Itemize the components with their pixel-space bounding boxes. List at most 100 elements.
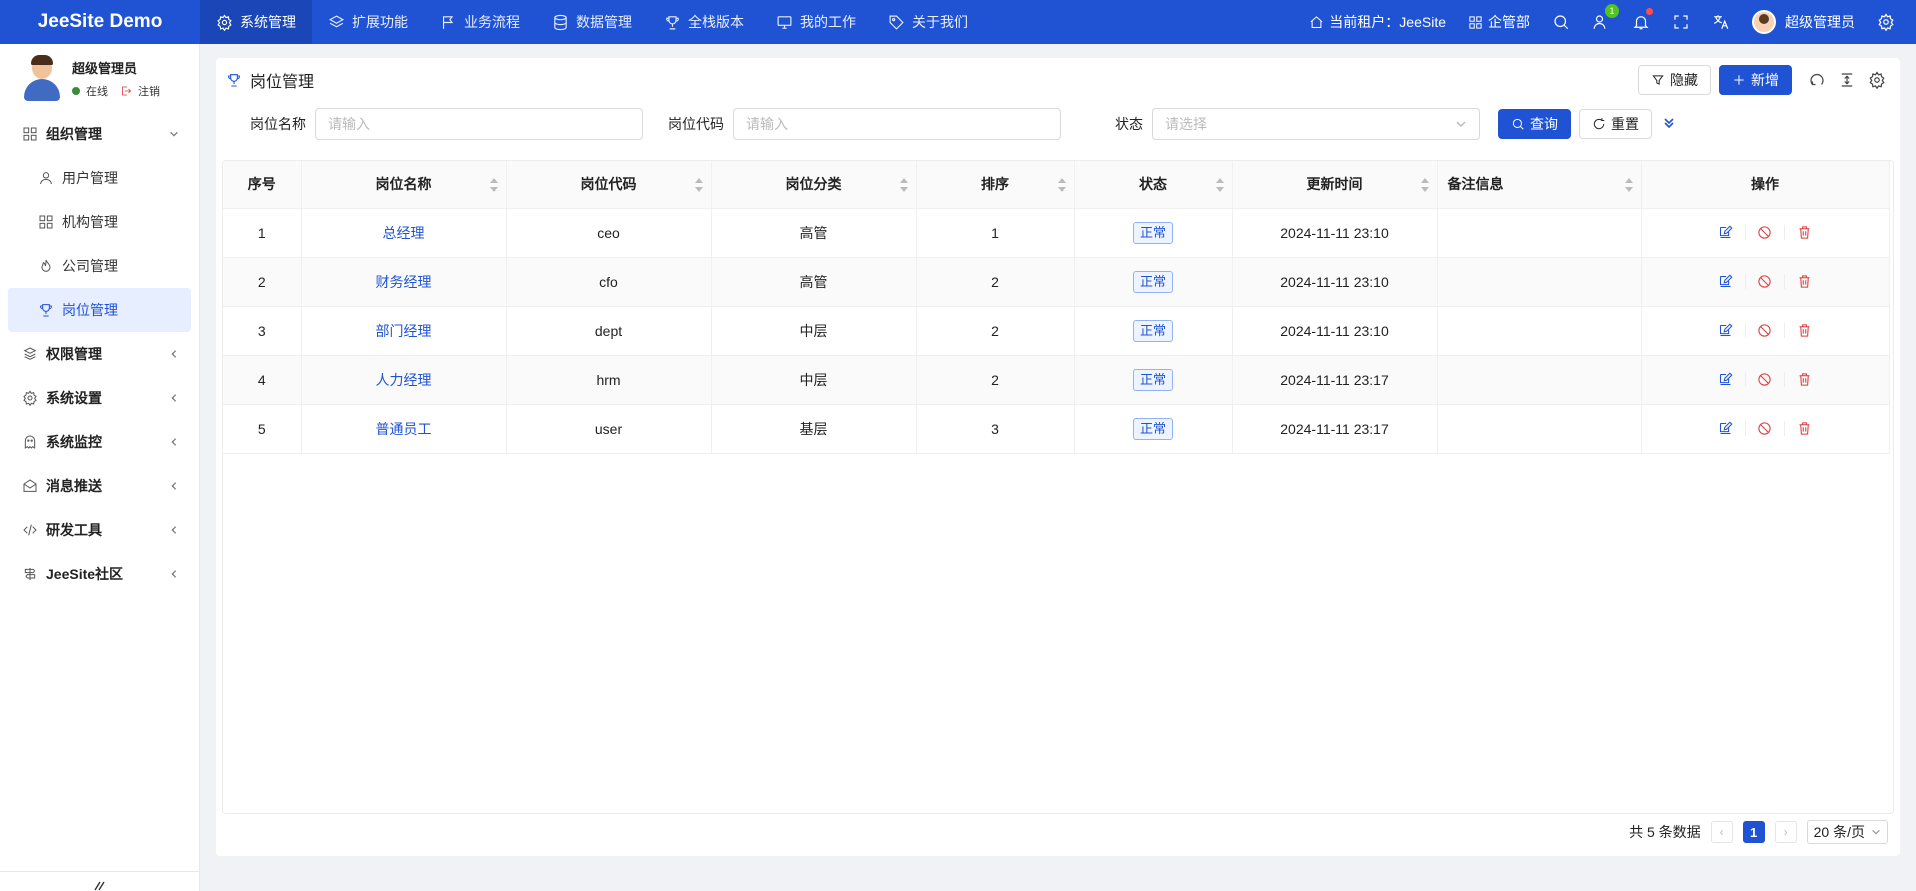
delete-button[interactable]	[1785, 421, 1824, 436]
cell-name[interactable]: 普通员工	[301, 404, 507, 454]
notification-button[interactable]	[1621, 0, 1661, 44]
column-header-name[interactable]: 岗位名称	[301, 161, 507, 209]
post-name-link[interactable]: 总经理	[383, 225, 425, 241]
table-row[interactable]: 1 总经理 ceo 高管 1 正常 2024-11-11 23:10	[223, 208, 1890, 258]
hide-search-button[interactable]: 隐藏	[1638, 65, 1711, 95]
settings-button[interactable]	[1866, 0, 1906, 44]
column-header-status[interactable]: 状态	[1074, 161, 1233, 209]
column-header-category[interactable]: 岗位分类	[711, 161, 917, 209]
prev-page-button[interactable]: ‹	[1710, 821, 1733, 843]
search-button[interactable]	[1541, 0, 1581, 44]
disable-button[interactable]	[1746, 225, 1785, 240]
status-label: 状态	[1115, 116, 1143, 132]
card-header: 岗位管理 隐藏 新增	[216, 58, 1900, 102]
cell-name[interactable]: 财务经理	[301, 257, 507, 307]
edit-button[interactable]	[1707, 323, 1746, 338]
column-header-code[interactable]: 岗位代码	[506, 161, 712, 209]
disable-button[interactable]	[1746, 323, 1785, 338]
topnav-item-about[interactable]: 关于我们	[872, 0, 984, 44]
topnav-item-data[interactable]: 数据管理	[536, 0, 648, 44]
sidebar-item-message[interactable]: 消息推送	[0, 464, 199, 508]
refresh-button[interactable]	[1806, 69, 1828, 91]
sidebar-item-offices[interactable]: 机构管理	[0, 200, 199, 244]
user-panel: 超级管理员 在线 注销	[0, 44, 199, 112]
dept-switch[interactable]: 企管部	[1457, 0, 1541, 44]
sidebar-item-org[interactable]: 组织管理	[0, 112, 199, 156]
sidebar-item-devtools[interactable]: 研发工具	[0, 508, 199, 552]
edit-button[interactable]	[1707, 372, 1746, 387]
avatar[interactable]	[22, 55, 62, 101]
page-number-current[interactable]: 1	[1742, 821, 1765, 843]
page-size-select[interactable]: 20 条/页	[1806, 820, 1888, 844]
table-settings-button[interactable]	[1866, 69, 1888, 91]
post-name-link[interactable]: 人力经理	[376, 372, 432, 388]
disable-button[interactable]	[1746, 274, 1785, 289]
permission-icon	[23, 347, 37, 360]
edit-button[interactable]	[1707, 421, 1746, 436]
online-users-button[interactable]: 1	[1581, 0, 1621, 44]
cell-actions	[1641, 257, 1890, 307]
delete-button[interactable]	[1785, 372, 1824, 387]
column-header-sort[interactable]: 排序	[916, 161, 1075, 209]
cell-updated: 2024-11-11 23:17	[1232, 355, 1438, 405]
post-code-input[interactable]	[733, 108, 1061, 140]
sidebar-item-monitor[interactable]: 系统监控	[0, 420, 199, 464]
table-row[interactable]: 3 部门经理 dept 中层 2 正常 2024-11-11 23:10	[223, 306, 1890, 356]
edit-icon	[1719, 372, 1733, 386]
edit-button[interactable]	[1707, 225, 1746, 240]
next-page-button[interactable]: ›	[1774, 821, 1797, 843]
table-row[interactable]: 5 普通员工 user 基层 3 正常 2024-11-11 23:17	[223, 404, 1890, 454]
cell-updated-text: 2024-11-11 23:17	[1280, 420, 1389, 437]
cell-name[interactable]: 部门经理	[301, 306, 507, 356]
topnav-label: 数据管理	[576, 14, 632, 30]
post-name-link[interactable]: 部门经理	[376, 323, 432, 339]
status-select[interactable]: 请选择	[1152, 108, 1480, 140]
user-menu[interactable]: 超级管理员	[1741, 0, 1866, 44]
sidebar-item-settings[interactable]: 系统设置	[0, 376, 199, 420]
edit-button[interactable]	[1707, 274, 1746, 289]
fullscreen-button[interactable]	[1661, 0, 1701, 44]
delete-button[interactable]	[1785, 323, 1824, 338]
topnav-item-fullstack[interactable]: 全栈版本	[648, 0, 760, 44]
tenant-switch[interactable]: 当前租户：JeeSite	[1298, 0, 1457, 44]
expand-search-button[interactable]	[1662, 116, 1676, 133]
table-row[interactable]: 4 人力经理 hrm 中层 2 正常 2024-11-11 23:17	[223, 355, 1890, 405]
translate-icon	[1713, 15, 1729, 29]
topnav-item-extend[interactable]: 扩展功能	[312, 0, 424, 44]
sidebar-item-permission[interactable]: 权限管理	[0, 332, 199, 376]
cell-remark	[1437, 355, 1642, 405]
delete-button[interactable]	[1785, 274, 1824, 289]
topnav-item-mywork[interactable]: 我的工作	[760, 0, 872, 44]
column-header-updated[interactable]: 更新时间	[1232, 161, 1438, 209]
post-name-input[interactable]	[315, 108, 643, 140]
cell-code-text: ceo	[597, 224, 620, 241]
cell-name[interactable]: 人力经理	[301, 355, 507, 405]
post-name-link[interactable]: 普通员工	[376, 421, 432, 437]
cell-sort: 1	[916, 208, 1075, 258]
post-name-link[interactable]: 财务经理	[376, 274, 432, 290]
cell-status: 正常	[1074, 404, 1233, 454]
language-button[interactable]	[1701, 0, 1741, 44]
logout-link[interactable]: 注销	[138, 83, 160, 99]
add-button[interactable]: 新增	[1719, 65, 1792, 95]
disable-button[interactable]	[1746, 421, 1785, 436]
app-logo[interactable]: JeeSite Demo	[0, 11, 200, 33]
sidebar-collapse-button[interactable]	[0, 871, 200, 891]
sidebar-item-companies[interactable]: 公司管理	[0, 244, 199, 288]
topnav-item-workflow[interactable]: 业务流程	[424, 0, 536, 44]
sidebar-item-posts[interactable]: 岗位管理	[8, 288, 191, 332]
query-button[interactable]: 查询	[1498, 109, 1571, 139]
table-row[interactable]: 2 财务经理 cfo 高管 2 正常 2024-11-11 23:10	[223, 257, 1890, 307]
column-header-label: 岗位代码	[580, 176, 637, 193]
disable-button[interactable]	[1746, 372, 1785, 387]
reset-button[interactable]: 重置	[1579, 109, 1652, 139]
sidebar-item-users[interactable]: 用户管理	[0, 156, 199, 200]
cell-name[interactable]: 总经理	[301, 208, 507, 258]
density-button[interactable]	[1836, 69, 1858, 91]
layers-icon	[328, 14, 345, 27]
cell-code-text: dept	[594, 322, 623, 339]
sidebar-item-community[interactable]: JeeSite社区	[0, 552, 199, 596]
topnav-item-system[interactable]: 系统管理	[200, 0, 312, 44]
delete-button[interactable]	[1785, 225, 1824, 240]
column-header-remark[interactable]: 备注信息	[1437, 161, 1642, 209]
